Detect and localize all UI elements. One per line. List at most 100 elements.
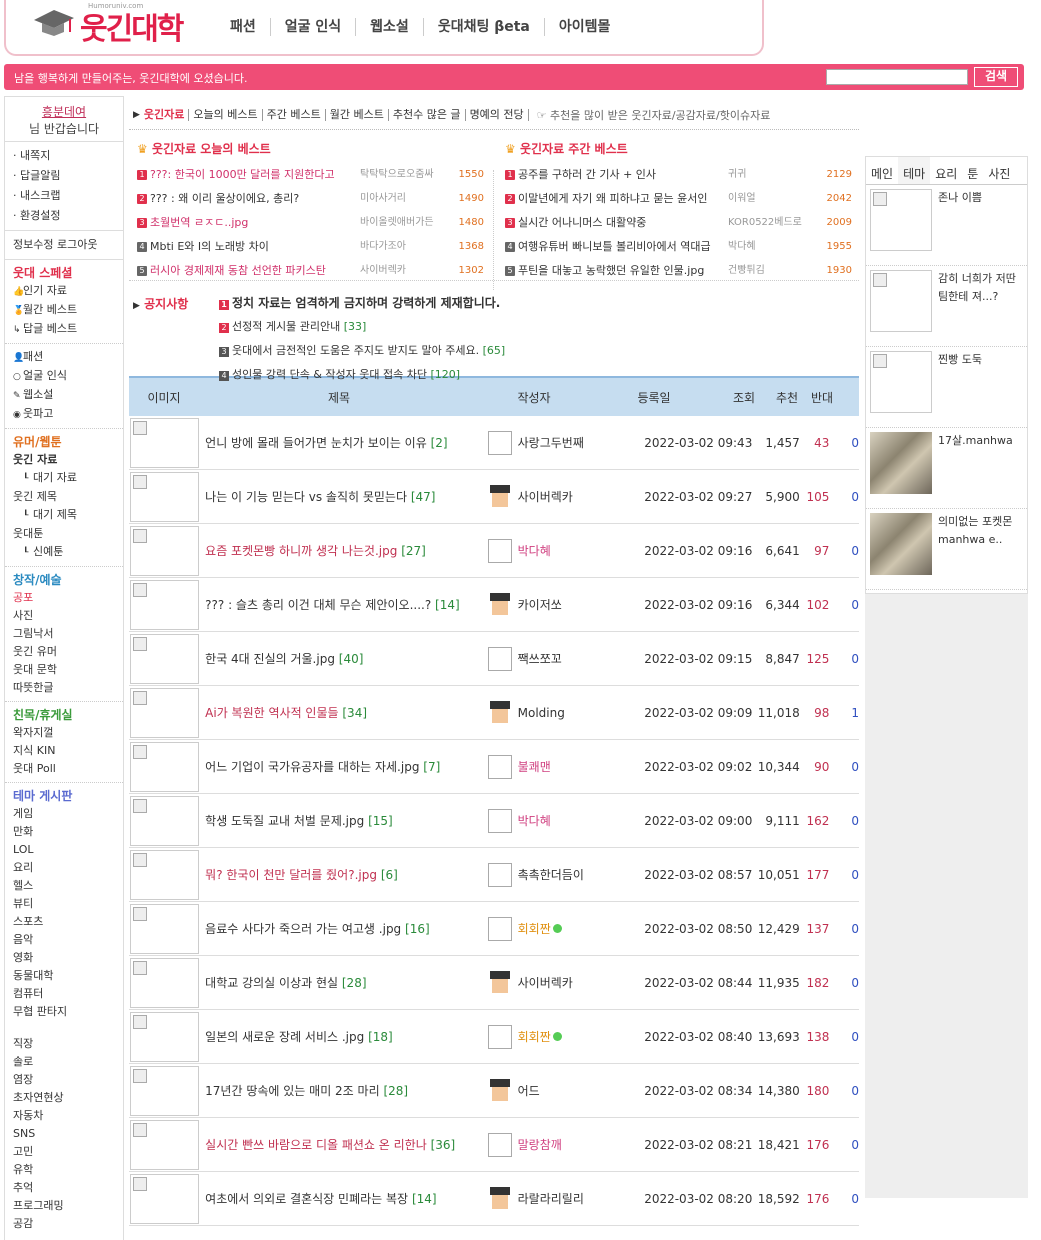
writer-name[interactable]: 촉촉한더듬이 <box>518 866 584 883</box>
right-thumbnail[interactable] <box>870 270 932 332</box>
right-thumbnail[interactable] <box>870 189 932 251</box>
writer-name[interactable]: 사랑그두번째 <box>518 434 584 451</box>
table-row[interactable]: 어느 기업이 국가유공자를 대하는 자세.jpg [7] 불쾌맨 2022-03-0… <box>129 740 859 794</box>
best-title[interactable]: 실시간 어나니머스 대활약중 <box>518 211 728 235</box>
table-row[interactable]: 나는 이 기능 믿는다 vs 솔직히 못믿는다 [47] 사이버렉카 2022-03… <box>129 470 859 524</box>
sidebar-item-memory[interactable]: 추억 <box>13 1179 115 1197</box>
table-row[interactable]: 뭐? 한국이 천만 달러를 줬어?.jpg [6] 촉촉한더듬이 2022-03-0… <box>129 848 859 902</box>
writer-name[interactable]: 말랑참깨 <box>518 1136 562 1153</box>
post-writer[interactable]: 사이버렉카 <box>487 484 628 509</box>
writer-name[interactable]: 회회짠 <box>518 1028 562 1045</box>
right-thumbnail[interactable] <box>870 432 932 494</box>
notice-text[interactable]: 정치 자료는 엄격하게 금지하며 강력하게 제재합니다. <box>232 296 500 310</box>
sidebar-item-chatter[interactable]: 왁자지껄 <box>13 724 115 742</box>
sidebar-item-empathy[interactable]: 공감 <box>13 1215 115 1233</box>
post-title[interactable]: 한국 4대 진실의 거울.jpg [40] <box>199 650 487 667</box>
post-thumbnail[interactable] <box>130 687 200 738</box>
post-writer[interactable]: 어드 <box>487 1078 628 1103</box>
logout-link[interactable]: 정보수정 로그아웃 <box>5 231 123 260</box>
right-item-title[interactable]: 의미없는 포켓몬 manhwa e.. <box>932 513 1023 585</box>
sidebar-item-comic[interactable]: 만화 <box>13 823 115 841</box>
sidebar-item-poll[interactable]: 웃대 Poll <box>13 760 115 778</box>
best-title[interactable]: 공주를 구하러 간 기사 + 인사 <box>518 163 728 187</box>
best-title[interactable]: 이말년에게 자기 왜 피하냐고 묻는 윤서인 <box>518 187 728 211</box>
writer-name[interactable]: 어드 <box>518 1082 540 1099</box>
sidebar-item-sns[interactable]: SNS <box>13 1125 115 1143</box>
nav-web-novel[interactable]: 웹소설 <box>356 18 424 36</box>
post-writer[interactable]: 촉촉한더듬이 <box>487 862 628 887</box>
sidebar-item-ai[interactable]: ◉ 웃파고 <box>13 405 115 424</box>
sidebar-item-sports[interactable]: 스포츠 <box>13 913 115 931</box>
user-name[interactable]: 흥분데여 <box>5 103 123 120</box>
best-title[interactable]: 여행유튜버 빠니보틀 볼리비아에서 역대급 <box>518 235 728 259</box>
post-title[interactable]: 17년간 땅속에 있는 매미 2조 마리 [28] <box>199 1082 487 1099</box>
sidebar-item-funny-title[interactable]: 웃긴 제목 <box>13 488 115 506</box>
post-thumbnail[interactable] <box>130 471 200 522</box>
writer-name[interactable]: 카이저쏘 <box>518 596 562 613</box>
post-title[interactable]: 여초에서 의외로 결혼식장 민폐라는 복장 [14] <box>199 1190 487 1207</box>
table-row[interactable]: 한국 4대 진실의 거울.jpg [40] 짹쓰쪼꼬 2022-03-02 09:1… <box>129 632 859 686</box>
tab-cooking[interactable]: 요리 <box>930 157 962 184</box>
nav-item-mall[interactable]: 아이템몰 <box>545 18 625 36</box>
post-title[interactable]: 뭐? 한국이 천만 달러를 줬어?.jpg [6] <box>199 866 487 883</box>
sidebar-item-face[interactable]: ○ 얼굴 인식 <box>13 367 115 386</box>
sidebar-item-fantasy[interactable]: 무협 판타지 <box>13 1003 115 1021</box>
sidebar-item-popular[interactable]: 👍인기 자료 <box>13 282 115 301</box>
right-item-title[interactable]: 17살.manhwa <box>932 432 1013 504</box>
post-thumbnail[interactable] <box>130 417 200 468</box>
table-row[interactable]: 요즘 포켓몬빵 하니까 생각 나는것.jpg [27] 박다혜 2022-03-02… <box>129 524 859 578</box>
sidebar-item-lol[interactable]: LOL <box>13 841 115 859</box>
post-thumbnail[interactable] <box>130 957 200 1008</box>
cat-funny[interactable]: 웃긴자료 <box>140 108 190 121</box>
right-item-title[interactable]: 찐빵 도둑 <box>932 351 982 423</box>
table-row[interactable]: 일본의 새로운 장례 서비스 .jpg [18] 회회짠 2022-03-02 08… <box>129 1010 859 1064</box>
search-input[interactable] <box>826 69 968 85</box>
table-row[interactable]: 17년간 땅속에 있는 매미 2조 마리 [28] 어드 2022-03-02 08… <box>129 1064 859 1118</box>
sidebar-item-literature[interactable]: 웃대 문학 <box>13 661 115 679</box>
sidebar-item-computer[interactable]: 컴퓨터 <box>13 985 115 1003</box>
post-thumbnail[interactable] <box>130 1065 200 1116</box>
tab-toon[interactable]: 툰 <box>962 157 983 184</box>
post-thumbnail[interactable] <box>130 633 200 684</box>
post-writer[interactable]: 회회짠 <box>487 1024 628 1049</box>
post-title[interactable]: 음료수 사다가 죽으러 가는 여고생 .jpg [16] <box>199 920 487 937</box>
table-row[interactable]: Ai가 복원한 역사적 인물들 [34] Molding 2022-03-02 09… <box>129 686 859 740</box>
right-item-title[interactable]: 존나 이쁨 <box>932 189 982 261</box>
table-row[interactable]: 실시간 빤쓰 바람으로 디올 패션쇼 온 리한나 [36] 말랑참깨 2022-03… <box>129 1118 859 1172</box>
notice-text[interactable]: 웃대에서 금전적인 도움은 주지도 받지도 말아 주세요. <box>232 344 479 357</box>
best-title[interactable]: ???: 한국이 1000만 달러를 지원한다고 <box>150 163 360 187</box>
post-thumbnail[interactable] <box>130 741 200 792</box>
right-item[interactable]: 의미없는 포켓몬 manhwa e.. <box>866 509 1027 590</box>
writer-name[interactable]: 박다혜 <box>518 542 551 559</box>
notice-row[interactable]: 3 웃대에서 금전적인 도움은 주지도 받지도 말아 주세요. [65] <box>219 339 505 363</box>
right-thumbnail[interactable] <box>870 351 932 413</box>
post-writer[interactable]: 사이버렉카 <box>487 970 628 995</box>
search-button[interactable]: 검색 <box>974 67 1018 87</box>
nav-chatting[interactable]: 웃대채팅 βeta <box>424 18 545 36</box>
post-writer[interactable]: 불쾌맨 <box>487 754 628 779</box>
table-row[interactable]: 음료수 사다가 죽으러 가는 여고생 .jpg [16] 회회짠 2022-03-0… <box>129 902 859 956</box>
cat-weekly-best[interactable]: 주간 베스트 <box>263 108 326 121</box>
sidebar-item-game[interactable]: 게임 <box>13 805 115 823</box>
best-row[interactable]: 3 실시간 어나니머스 대활약중 KOR0522베드로 2009 <box>505 211 855 235</box>
notice-text[interactable]: 선정적 게시물 관리안내 <box>232 320 340 333</box>
notice-row[interactable]: 1 정치 자료는 엄격하게 금지하며 강력하게 제재합니다. <box>219 291 505 315</box>
cat-monthly-best[interactable]: 월간 베스트 <box>326 108 389 121</box>
post-title[interactable]: 일본의 새로운 장례 서비스 .jpg [18] <box>199 1028 487 1045</box>
writer-name[interactable]: 박다혜 <box>518 812 551 829</box>
link-messages[interactable]: · 내쪽지 <box>13 146 115 166</box>
best-row[interactable]: 1 공주를 구하러 간 기사 + 인사 귀귀 2129 <box>505 163 855 187</box>
sidebar-item-warm[interactable]: 따뜻한글 <box>13 679 115 697</box>
sidebar-item-fashion[interactable]: 👤패션 <box>13 348 115 367</box>
right-item[interactable]: 17살.manhwa <box>866 428 1027 509</box>
post-thumbnail[interactable] <box>130 1119 200 1170</box>
sidebar-item-programming[interactable]: 프로그래밍 <box>13 1197 115 1215</box>
sidebar-item-new-toon[interactable]: ┖ 신예툰 <box>13 543 115 562</box>
sidebar-item-drawing[interactable]: 그림낙서 <box>13 625 115 643</box>
sidebar-item-worry[interactable]: 고민 <box>13 1143 115 1161</box>
link-scrap[interactable]: · 내스크랩 <box>13 186 115 206</box>
best-row[interactable]: 4 여행유튜버 빠니보틀 볼리비아에서 역대급 박다혜 1955 <box>505 235 855 259</box>
sidebar-item-study-abroad[interactable]: 유학 <box>13 1161 115 1179</box>
notice-text[interactable]: 성인물 강력 단속 & 작성자 웃대 접속 차단 <box>232 368 427 381</box>
writer-name[interactable]: 라랄라리릴리 <box>518 1190 584 1207</box>
